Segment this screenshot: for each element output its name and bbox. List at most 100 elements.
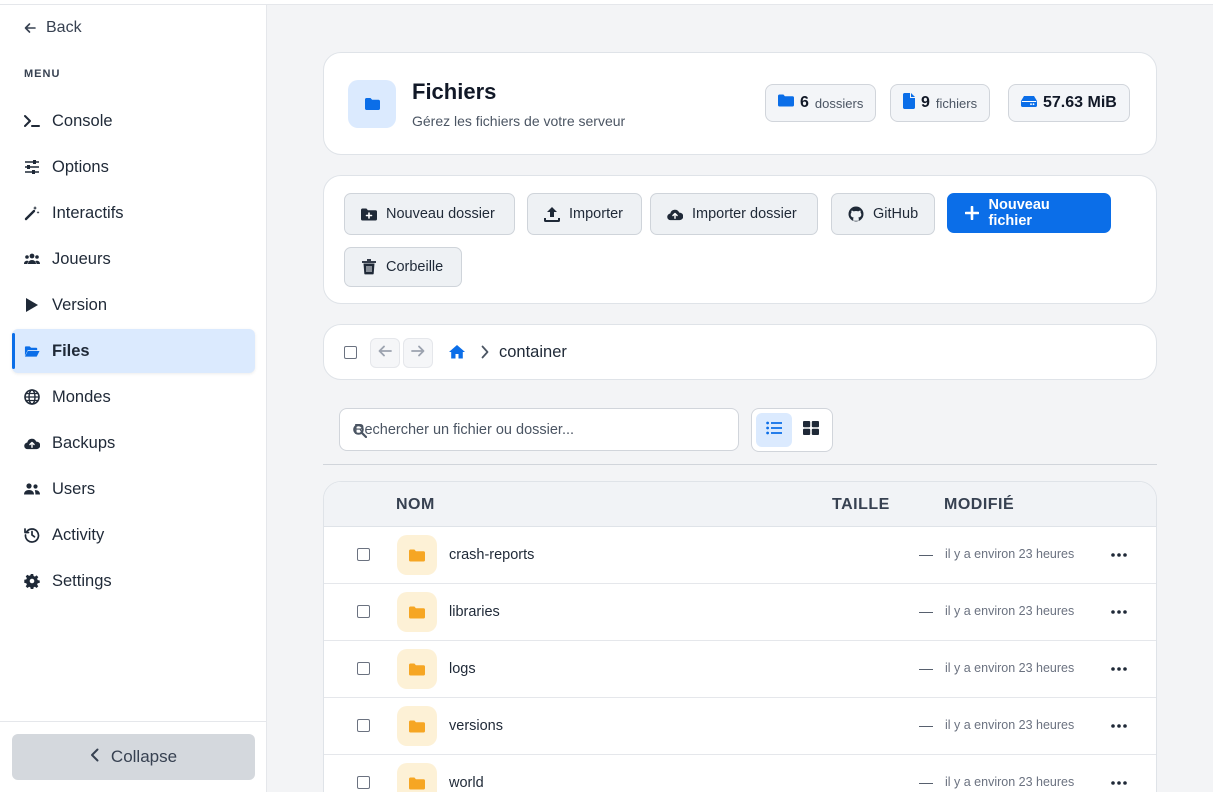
sidebar-item-joueurs[interactable]: Joueurs [12,237,255,281]
column-name[interactable]: NOM [396,496,435,514]
folders-label: dossiers [814,95,864,111]
folder-icon [397,592,437,632]
import-folder-button[interactable]: Importer dossier [650,193,818,235]
row-checkbox[interactable] [357,548,370,561]
chevron-right-icon [481,345,489,364]
row-checkbox[interactable] [357,662,370,675]
folder-icon [397,706,437,746]
file-modified: il y a environ 23 heures [945,547,1075,561]
file-size: — [919,546,933,562]
select-all-checkbox[interactable] [344,346,357,359]
sidebar-item-settings[interactable]: Settings [12,559,255,603]
sidebar-item-activity[interactable]: Activity [12,513,255,557]
sidebar-item-label: Backups [52,433,116,452]
folder-icon [397,535,437,575]
files-header-card: Fichiers Gérez les fichiers de votre ser… [323,52,1157,155]
play-icon [24,297,40,313]
sidebar-item-mondes[interactable]: Mondes [12,375,255,419]
more-options-icon[interactable] [1110,602,1128,622]
file-name[interactable]: logs [449,661,476,677]
folder-icon [348,80,396,128]
new-file-button[interactable]: Nouveau fichier [947,193,1111,233]
sidebar-item-files[interactable]: Files [12,329,255,373]
import-button[interactable]: Importer [527,193,642,235]
stat-storage: 57.63 MiB [1008,84,1130,122]
sidebar: Back MENU Console Options Interactifs Jo… [0,0,267,792]
grid-icon [803,420,819,440]
top-border [0,0,1213,5]
sidebar-item-label: Settings [52,571,112,590]
table-row[interactable]: world — il y a environ 23 heures [324,755,1156,792]
row-checkbox[interactable] [357,719,370,732]
back-label: Back [46,19,82,36]
home-icon[interactable] [448,344,466,364]
page-subtitle: Gérez les fichiers de votre serveur [412,113,626,129]
hard-drive-icon [1021,94,1037,112]
list-view-button[interactable] [756,413,792,447]
arrow-right-icon [411,344,425,362]
table-row[interactable]: libraries — il y a environ 23 heures [324,584,1156,641]
sidebar-item-users[interactable]: Users [12,467,255,511]
globe-icon [24,389,40,405]
sidebar-item-console[interactable]: Console [12,99,255,143]
import-label: Importer [569,206,623,222]
column-modified[interactable]: MODIFIÉ [944,496,1014,514]
table-row[interactable]: logs — il y a environ 23 heures [324,641,1156,698]
gear-icon [24,573,40,589]
view-toggle [751,408,833,452]
users-icon [24,481,40,497]
sidebar-item-label: Files [52,341,90,360]
more-options-icon[interactable] [1110,716,1128,736]
github-button[interactable]: GitHub [831,193,935,235]
breadcrumb-current[interactable]: container [499,343,567,362]
table-header: NOM TAILLE MODIFIÉ [324,482,1156,527]
terminal-icon [24,113,40,129]
more-options-icon[interactable] [1110,659,1128,679]
table-row[interactable]: crash-reports — il y a environ 23 heures [324,527,1156,584]
sidebar-item-backups[interactable]: Backups [12,421,255,465]
sidebar-item-interactifs[interactable]: Interactifs [12,191,255,235]
nav-back-button[interactable] [370,338,400,368]
nav-forward-button[interactable] [403,338,433,368]
column-size[interactable]: TAILLE [832,496,890,514]
sidebar-item-options[interactable]: Options [12,145,255,189]
sliders-icon [24,159,40,175]
collapse-label: Collapse [110,747,178,766]
file-name[interactable]: crash-reports [449,547,534,563]
row-checkbox[interactable] [357,776,370,789]
breadcrumb: container [323,324,1157,380]
table-row[interactable]: versions — il y a environ 23 heures [324,698,1156,755]
arrow-left-icon [378,344,392,362]
folder-icon [778,94,794,112]
new-file-label: Nouveau fichier [988,197,1050,229]
back-button[interactable]: Back [24,18,82,38]
menu-label: MENU [24,68,61,80]
file-name[interactable]: versions [449,718,503,734]
trash-button[interactable]: Corbeille [344,247,462,287]
collapse-button[interactable]: Collapse [12,734,255,780]
file-name[interactable]: libraries [449,604,500,620]
file-modified: il y a environ 23 heures [945,604,1075,618]
import-folder-label: Importer dossier [692,206,797,222]
search-input[interactable] [354,421,714,438]
file-name[interactable]: world [449,775,484,791]
stat-folders: 6 dossiers [765,84,877,122]
new-folder-button[interactable]: Nouveau dossier [344,193,515,235]
trash-icon [361,259,377,275]
sidebar-item-version[interactable]: Version [12,283,255,327]
files-table: NOM TAILLE MODIFIÉ crash-reports — il y … [323,481,1157,792]
search-box [339,408,739,451]
row-checkbox[interactable] [357,605,370,618]
sidebar-item-label: Console [52,111,113,130]
sidebar-item-label: Interactifs [52,203,124,222]
file-icon [903,92,915,114]
more-options-icon[interactable] [1110,545,1128,565]
sidebar-item-label: Version [52,295,108,314]
folder-open-icon [24,343,40,359]
section-divider [323,464,1157,465]
files-label: fichiers [935,95,978,111]
upload-icon [544,206,560,222]
grid-view-button[interactable] [793,413,829,447]
plus-icon [964,205,980,221]
more-options-icon[interactable] [1110,773,1128,792]
